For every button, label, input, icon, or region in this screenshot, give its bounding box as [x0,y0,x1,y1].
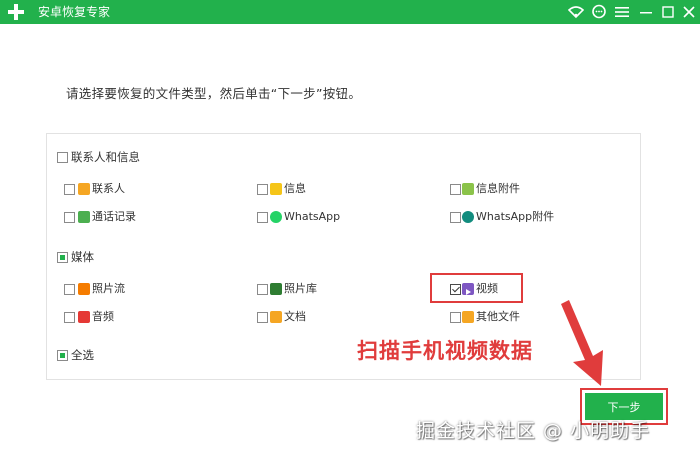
phone-icon [78,211,90,223]
watermark-text: 掘金技术社区 @ 小明助手 [416,420,651,442]
menu-icon[interactable] [612,2,632,22]
whatsapp-checkbox[interactable] [257,212,268,223]
close-icon[interactable] [679,2,699,22]
messages-label: 信息 [284,182,306,195]
document-icon [270,311,282,323]
contact-book-icon [78,183,90,195]
app-logo-plus-icon [8,4,24,20]
call-log-label: 通话记录 [92,210,136,223]
messages-checkbox[interactable] [257,184,268,195]
contacts-section-label: 联系人和信息 [71,150,140,164]
wifi-icon[interactable] [566,2,586,22]
attachment-icon [462,183,474,195]
photo-stream-icon [78,283,90,295]
select-all-label: 全选 [71,348,94,362]
app-title: 安卓恢复专家 [38,5,111,19]
media-section-checkbox[interactable] [57,252,68,263]
annotation-arrow [561,300,603,386]
contacts-checkbox[interactable] [64,184,75,195]
title-bar: 安卓恢复专家 [0,0,700,24]
select-all-checkbox[interactable] [57,350,68,361]
instruction-text: 请选择要恢复的文件类型，然后单击“下一步”按钮。 [66,86,362,101]
message-icon [270,183,282,195]
contacts-section-checkbox[interactable] [57,152,68,163]
whatsapp-attachments-checkbox[interactable] [450,212,461,223]
photo-library-icon [270,283,282,295]
contacts-label: 联系人 [92,182,125,195]
other-files-checkbox[interactable] [450,312,461,323]
whatsapp-icon [270,211,282,223]
media-section-label: 媒体 [71,250,94,264]
photo-stream-checkbox[interactable] [64,284,75,295]
chat-feedback-icon[interactable] [589,2,609,22]
other-files-icon [462,311,474,323]
audio-checkbox[interactable] [64,312,75,323]
audio-label: 音频 [92,310,114,323]
whatsapp-attachments-label: WhatsApp附件 [476,210,555,223]
photo-library-checkbox[interactable] [257,284,268,295]
whatsapp-attachment-icon [462,211,474,223]
audio-icon [78,311,90,323]
call-log-checkbox[interactable] [64,212,75,223]
video-highlight-box [430,273,523,303]
photo-library-label: 照片库 [284,282,317,295]
documents-label: 文档 [284,310,306,323]
other-files-label: 其他文件 [476,310,520,323]
message-attachments-checkbox[interactable] [450,184,461,195]
minimize-icon[interactable] [636,2,656,22]
whatsapp-label: WhatsApp [284,210,341,223]
annotation-text: 扫描手机视频数据 [357,339,533,363]
documents-checkbox[interactable] [257,312,268,323]
message-attachments-label: 信息附件 [476,182,520,195]
photo-stream-label: 照片流 [92,282,125,295]
maximize-icon[interactable] [658,2,678,22]
